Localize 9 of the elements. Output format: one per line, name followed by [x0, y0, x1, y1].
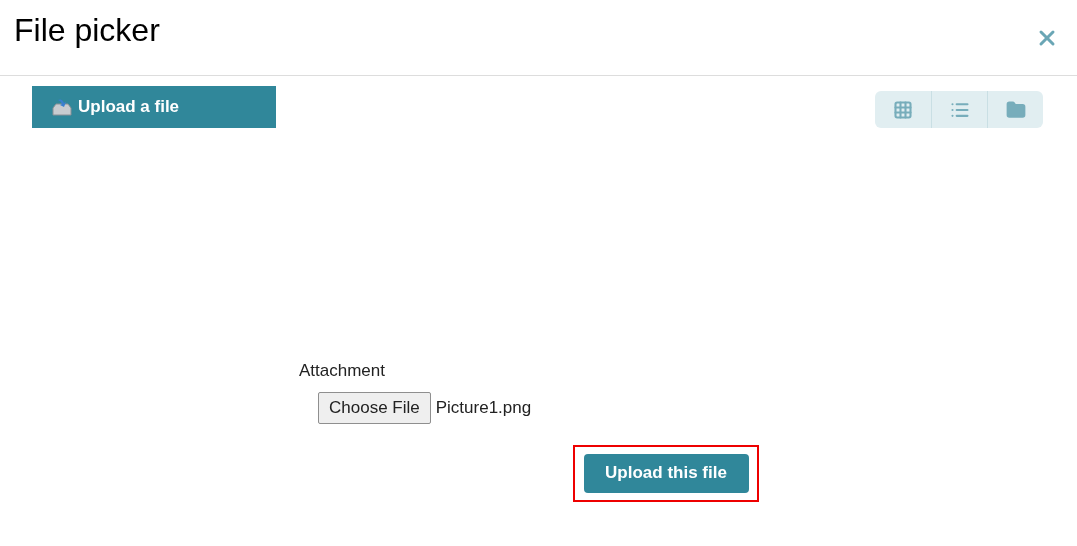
file-name: Picture1.png — [435, 396, 532, 419]
upload-tray-icon — [52, 98, 72, 116]
attachment-label: Attachment — [299, 360, 386, 382]
upload-file-button[interactable]: Upload this file — [583, 453, 749, 493]
dialog-title: File picker — [14, 10, 160, 50]
folder-icon — [1005, 99, 1026, 120]
grid-icon — [893, 99, 913, 120]
choose-file-button[interactable]: Choose File — [318, 391, 431, 424]
upload-repository-button[interactable]: Upload a file — [32, 86, 276, 128]
